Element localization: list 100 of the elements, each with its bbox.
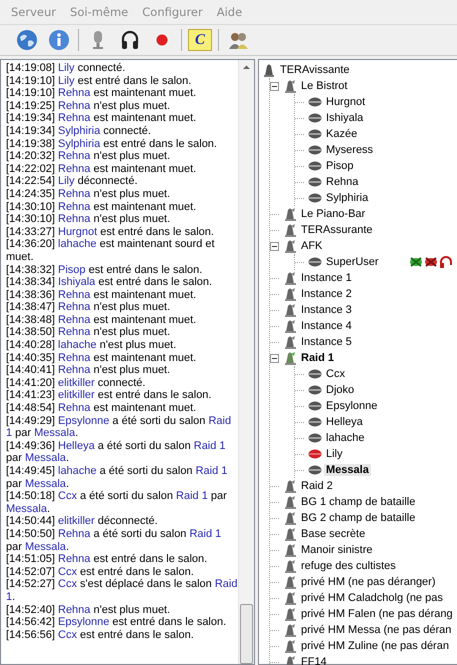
channel-icon — [283, 78, 297, 94]
channel-name[interactable]: privé HM (ne pas déranger) — [299, 576, 438, 588]
log-message: [14:38:48] Rehna est maintenant muet. — [6, 314, 198, 326]
log-message: [14:20:32] Rehna n'est plus muet. — [6, 150, 172, 163]
user-name[interactable]: Kazée — [324, 128, 360, 140]
lips-icon — [308, 159, 322, 173]
log-message: [14:41:20] elitkiller connecté. — [6, 376, 146, 390]
channel-icon — [283, 302, 297, 318]
log-message: [14:22:02] Rehna est maintenant muet. — [6, 162, 198, 176]
log-message: [14:33:27] Hurgnot est entré dans le salon. — [6, 226, 215, 238]
user-name[interactable]: Djoko — [324, 384, 356, 396]
server-icon — [262, 62, 276, 78]
collapse-icon[interactable] — [270, 354, 279, 362]
log-message: [14:52:27] Ccx s'est déplacé dans le salon Raid 1. — [6, 578, 238, 604]
user-name[interactable]: Rehna — [324, 176, 360, 188]
lips-icon — [308, 95, 322, 109]
channel-name[interactable]: Raid 2 — [299, 480, 335, 492]
channel-name[interactable]: refuge des cultistes — [299, 560, 398, 572]
channel-icon — [283, 350, 297, 366]
log-message: [14:19:34] Sylphiria connecté. — [6, 124, 152, 138]
channel-icon — [283, 318, 297, 334]
channel-icon — [283, 238, 297, 254]
user-name[interactable]: Helleya — [324, 416, 365, 428]
user-name[interactable]: Epsylonne — [324, 400, 380, 412]
lips-icon — [308, 255, 322, 269]
log-message: [14:50:44] elitkiller déconnecté. — [6, 515, 159, 528]
log-message: [14:38:32] Pisop est entré dans le salon. — [6, 264, 204, 276]
lips-icon — [308, 399, 322, 413]
lips-icon — [308, 463, 322, 477]
log-message: [14:52:07] Ccx est entré dans le salon. — [6, 566, 195, 578]
user-name[interactable]: Sylphiria — [324, 192, 370, 204]
channel-name[interactable]: privé HM Messa (ne pas déran — [299, 624, 454, 636]
user-name[interactable]: Hurgnot — [324, 96, 368, 108]
channel-name[interactable]: Le Piano-Bar — [299, 208, 368, 220]
log-message: [14:19:38] Sylphiria est entré dans le salon. — [6, 138, 218, 150]
lips-icon — [308, 415, 322, 429]
channel-name[interactable]: Instance 4 — [299, 320, 354, 332]
channel-icon — [283, 286, 297, 302]
channel-icon — [283, 478, 297, 494]
channel-name[interactable]: Manoir sinistre — [299, 544, 375, 556]
info-icon[interactable] — [48, 29, 70, 51]
server-name[interactable]: TERAvissante — [278, 64, 352, 76]
scroll-thumb[interactable] — [240, 604, 253, 664]
log-message: [14:49:45] lahache a été sorti du salon Raid 1 par Messala. — [6, 465, 228, 490]
log-message: [14:19:08] Lily connecté. — [6, 62, 126, 75]
scrollbar[interactable] — [238, 60, 254, 664]
channel-name[interactable]: privé HM Caladcholg (ne pas — [299, 592, 445, 604]
channel-name[interactable]: Instance 3 — [299, 304, 354, 316]
channel-name[interactable]: FF14 — [299, 656, 329, 665]
channel-name[interactable]: Instance 5 — [299, 336, 354, 348]
log-message: [14:49:29] Epsylonne a été sorti du salon Raid 1 par Messala. — [6, 414, 232, 440]
log-message: [14:56:42] Epsylonne est entré dans le salon. — [6, 616, 228, 629]
user-name[interactable]: Ccx — [324, 368, 347, 380]
log-message: [14:40:35] Rehna est maintenant muet. — [6, 352, 198, 364]
user-name[interactable]: Lily — [324, 448, 345, 460]
channel-icon — [283, 542, 297, 558]
user-name[interactable]: Myseress — [324, 144, 376, 156]
channel-name[interactable]: TERAssurante — [299, 224, 375, 236]
user-name[interactable]: SuperUser — [324, 256, 381, 268]
log-message: [14:50:50] Rehna a été sorti du salon Raid 1 par Messala. — [6, 528, 222, 554]
log-message: [14:19:25] Rehna n'est plus muet. — [6, 100, 172, 112]
headphones-icon[interactable] — [119, 29, 141, 51]
channel-icon — [283, 622, 297, 638]
channel-name[interactable]: Base secrète — [299, 528, 368, 540]
lips-icon — [308, 431, 322, 445]
user-name[interactable]: lahache — [324, 432, 367, 444]
channel-name[interactable]: privé HM Zuline (ne pas déran — [299, 640, 451, 652]
collapse-icon[interactable] — [270, 82, 279, 90]
user-name[interactable]: Messala — [324, 464, 371, 476]
lips-icon — [308, 367, 322, 381]
channel-name[interactable]: Raid 1 — [299, 352, 336, 364]
comment-button[interactable]: C — [188, 29, 212, 51]
channel-icon — [283, 590, 297, 606]
log-message: [14:41:23] elitkiller est entré dans le salon. — [6, 389, 212, 402]
user-name[interactable]: Ishiyala — [324, 112, 366, 124]
channel-name[interactable]: Instance 2 — [299, 288, 354, 300]
channel-name[interactable]: AFK — [299, 240, 324, 252]
lips-icon — [308, 111, 322, 125]
log-message: [14:40:41] Rehna n'est plus muet. — [6, 364, 172, 377]
log-message: [14:19:10] Rehna est maintenant muet. — [6, 87, 198, 100]
globe-icon[interactable] — [16, 29, 38, 51]
log-message: [14:38:50] Rehna n'est plus muet. — [6, 326, 172, 340]
log-message: [14:19:34] Rehna est maintenant muet. — [6, 112, 198, 125]
log-message: [14:24:35] Rehna n'est plus muet. — [6, 188, 172, 201]
collapse-icon[interactable] — [270, 242, 279, 250]
channel-name[interactable]: BG 1 champ de bataille — [299, 496, 418, 508]
channel-name[interactable]: Instance 1 — [299, 272, 354, 284]
lips-icon — [308, 175, 322, 189]
log-message: [14:50:18] Ccx a été sorti du salon Raid 1 par Messala. — [6, 490, 228, 516]
channel-name[interactable]: BG 2 champ de bataille — [299, 512, 418, 524]
channel-icon — [283, 222, 297, 238]
user-name[interactable]: Pisop — [324, 160, 356, 172]
log-message: [14:30:10] Rehna n'est plus muet. — [6, 213, 172, 226]
channel-name[interactable]: privé HM Falen (ne pas dérang — [299, 608, 455, 620]
lips-icon — [308, 191, 322, 205]
lips-icon — [308, 143, 322, 157]
channel-icon — [283, 270, 297, 286]
channel-name[interactable]: Le Bistrot — [299, 80, 350, 92]
log-message: [14:52:40] Rehna n'est plus muet. — [6, 604, 172, 616]
channel-icon — [283, 510, 297, 526]
